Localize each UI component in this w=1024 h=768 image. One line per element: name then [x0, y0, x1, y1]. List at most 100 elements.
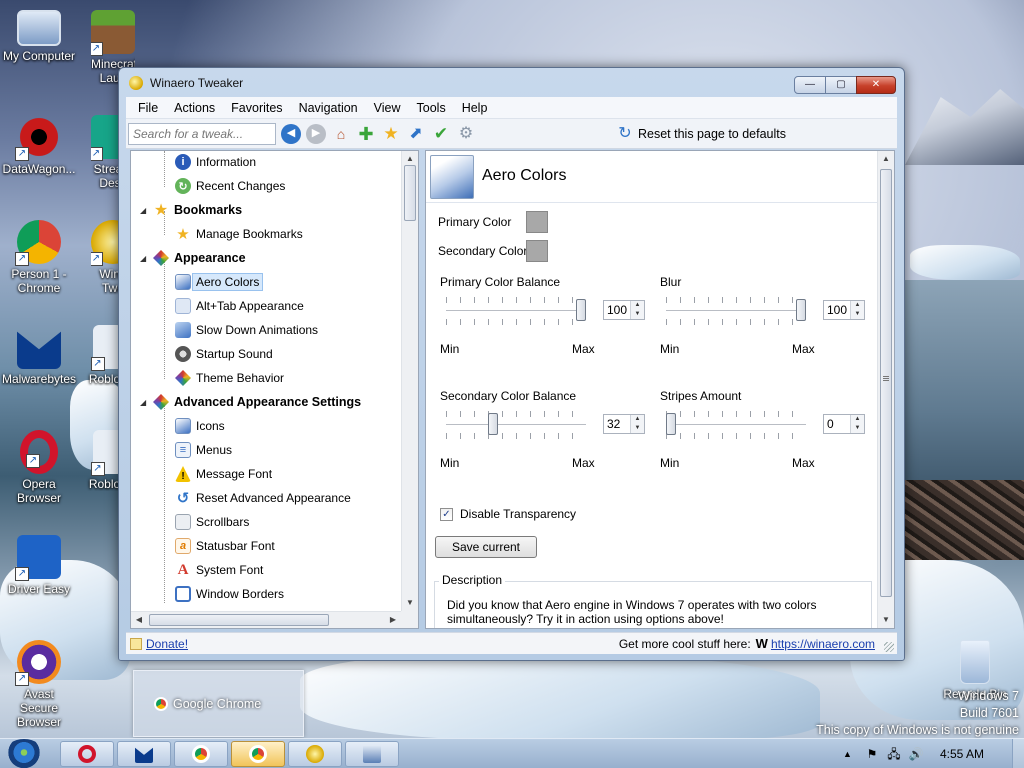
menu-view[interactable]: View [366, 101, 409, 115]
tree-item-theme-behavior[interactable]: Theme Behavior [175, 367, 284, 389]
menu-actions[interactable]: Actions [166, 101, 223, 115]
secondary-color-balance-spinner[interactable]: 32 ▲ ▼ [603, 414, 645, 434]
tree-expander-bookmarks[interactable]: ◢ [140, 206, 146, 215]
show-hidden-icons-icon[interactable]: ▲ [843, 749, 852, 759]
start-button[interactable] [4, 739, 44, 768]
panel-scroll-thumb[interactable] [880, 169, 892, 597]
apply-check-icon[interactable]: ✔ [431, 124, 451, 144]
primary-color-balance-track[interactable] [446, 310, 586, 312]
desktop-icon-opera[interactable]: ↗ Opera Browser [0, 430, 78, 505]
taskbar-preview[interactable]: Google Chrome [133, 670, 304, 737]
spin-up-icon[interactable]: ▲ [851, 301, 864, 310]
close-button[interactable]: ✕ [856, 76, 896, 94]
taskbar-button-chrome[interactable] [174, 741, 228, 767]
blur-track[interactable] [666, 310, 806, 312]
tree-horizontal-scrollbar[interactable]: ◀ ▶ [131, 611, 401, 628]
winaero-website-link[interactable]: https://winaero.com [771, 637, 875, 651]
settings-gear-icon[interactable]: ⚙ [456, 124, 476, 144]
primary-color-balance-spinner[interactable]: 100 ▲ ▼ [603, 300, 645, 320]
spin-down-icon[interactable]: ▼ [851, 424, 864, 433]
save-current-button[interactable]: Save current [435, 536, 537, 558]
donate-link[interactable]: Donate! [146, 637, 188, 651]
tree-item-reset-advanced-appearance[interactable]: ↺ Reset Advanced Appearance [175, 487, 351, 509]
stripes-amount-track[interactable] [666, 424, 806, 426]
spin-up-icon[interactable]: ▲ [631, 415, 644, 424]
tweak-tree[interactable]: i Information ↻ Recent Changes ◢ ★ Bookmark… [130, 150, 419, 629]
shortcut-arrow-icon[interactable]: ⬈ [406, 124, 426, 144]
scroll-right-arrow-icon[interactable]: ▶ [385, 612, 401, 628]
secondary-color-balance-track[interactable] [446, 424, 586, 426]
taskbar-button-winaero[interactable] [288, 741, 342, 767]
desktop-icon-avast[interactable]: ↗ Avast Secure Browser [0, 640, 78, 729]
disable-transparency-checkbox[interactable]: ✓ [440, 507, 453, 521]
taskbar-button-opera[interactable] [60, 741, 114, 767]
tree-scroll-thumb[interactable] [404, 165, 416, 221]
tree-expander-advanced-appearance[interactable]: ◢ [140, 398, 146, 407]
stripes-amount-value[interactable]: 0 [827, 417, 834, 431]
reset-page-button[interactable]: ↻ Reset this page to defaults [610, 124, 786, 144]
taskbar-button-chrome-active[interactable] [231, 741, 285, 767]
window-titlebar[interactable]: Winaero Tweaker [119, 68, 904, 98]
tree-item-message-font[interactable]: ! Message Font [175, 463, 272, 485]
network-icon[interactable]: 🖧 [886, 746, 902, 762]
back-arrow-icon[interactable]: ◀ [281, 123, 301, 144]
taskbar-button-malwarebytes[interactable] [117, 741, 171, 767]
scroll-left-arrow-icon[interactable]: ◀ [131, 612, 147, 628]
blur-thumb[interactable] [796, 299, 806, 321]
tree-vertical-scrollbar[interactable]: ▲ ▼ [401, 151, 418, 611]
bookmarks-star-icon[interactable]: ★ [381, 124, 401, 144]
desktop-icon-my-computer[interactable]: My Computer [0, 10, 78, 63]
spin-down-icon[interactable]: ▼ [851, 310, 864, 319]
home-icon[interactable]: ⌂ [331, 124, 351, 144]
tree-item-aero-colors[interactable]: Aero Colors [175, 271, 264, 293]
spin-up-icon[interactable]: ▲ [851, 415, 864, 424]
secondary-color-balance-thumb[interactable] [487, 413, 498, 435]
menu-favorites[interactable]: Favorites [223, 101, 290, 115]
disable-transparency-row[interactable]: ✓ Disable Transparency [440, 507, 576, 521]
tree-item-statusbar-font[interactable]: a Statusbar Font [175, 535, 275, 557]
tree-item-information[interactable]: i Information [175, 151, 256, 173]
scroll-down-arrow-icon[interactable]: ▼ [402, 595, 418, 611]
taskbar-button-control-panel[interactable] [345, 741, 399, 767]
tree-item-window-borders[interactable]: Window Borders [175, 583, 284, 605]
tree-item-icons[interactable]: Icons [175, 415, 225, 437]
spin-down-icon[interactable]: ▼ [631, 310, 644, 319]
tree-category-appearance[interactable]: Appearance [153, 247, 246, 269]
spin-up-icon[interactable]: ▲ [631, 301, 644, 310]
tree-item-slow-down-animations[interactable]: Slow Down Animations [175, 319, 318, 341]
minimize-button[interactable]: — [794, 76, 826, 94]
menu-tools[interactable]: Tools [409, 101, 454, 115]
panel-vertical-scrollbar[interactable]: ▲ ▼ [877, 151, 894, 628]
desktop-icon-driver-easy[interactable]: ↗ Driver Easy [0, 535, 78, 596]
spin-down-icon[interactable]: ▼ [631, 424, 644, 433]
resize-grip-icon[interactable] [884, 642, 894, 652]
secondary-color-balance-value[interactable]: 32 [607, 417, 620, 431]
scroll-up-arrow-icon[interactable]: ▲ [878, 151, 894, 167]
show-desktop-button[interactable] [1012, 739, 1024, 768]
tree-item-recent-changes[interactable]: ↻ Recent Changes [175, 175, 285, 197]
scroll-down-arrow-icon[interactable]: ▼ [878, 612, 894, 628]
desktop-icon-person1-chrome[interactable]: ↗ Person 1 - Chrome [0, 220, 78, 295]
menu-navigation[interactable]: Navigation [291, 101, 366, 115]
tree-expander-appearance[interactable]: ◢ [140, 254, 146, 263]
blur-spinner[interactable]: 100 ▲ ▼ [823, 300, 865, 320]
tree-item-alt-tab[interactable]: Alt+Tab Appearance [175, 295, 304, 317]
tree-item-system-font[interactable]: A System Font [175, 559, 264, 581]
menu-help[interactable]: Help [454, 101, 496, 115]
menu-file[interactable]: File [130, 101, 166, 115]
secondary-color-swatch[interactable] [526, 240, 548, 262]
disable-transparency-label[interactable]: Disable Transparency [460, 507, 576, 521]
stripes-amount-thumb[interactable] [666, 413, 676, 435]
tree-hscroll-thumb[interactable] [149, 614, 329, 626]
desktop-icon-malwarebytes[interactable]: Malwarebytes [0, 325, 78, 386]
tree-category-advanced-appearance[interactable]: Advanced Appearance Settings [153, 391, 361, 413]
tree-category-bookmarks[interactable]: ★ Bookmarks [153, 199, 242, 221]
stripes-amount-spinner[interactable]: 0 ▲ ▼ [823, 414, 865, 434]
add-bookmark-icon[interactable]: ✚ [356, 124, 376, 144]
volume-icon[interactable]: 🔊 [908, 746, 924, 762]
tree-item-manage-bookmarks[interactable]: ★ Manage Bookmarks [175, 223, 302, 245]
action-center-flag-icon[interactable]: ⚑ [864, 746, 880, 762]
blur-value[interactable]: 100 [827, 303, 847, 317]
desktop-icon-datawagon[interactable]: ↗ DataWagon... [0, 115, 78, 176]
clock[interactable]: 4:55 AM [940, 747, 984, 761]
